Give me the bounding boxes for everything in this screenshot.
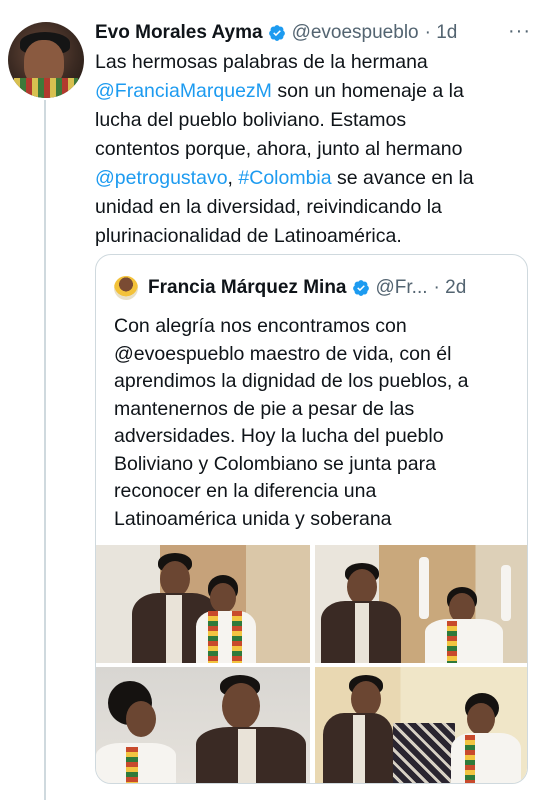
- more-horizontal-icon[interactable]: ···: [508, 20, 531, 43]
- tweet-text-line: Las hermosas palabras de la hermana: [95, 48, 527, 77]
- quoted-author-handle: @Fr...: [375, 277, 428, 298]
- tweet-text-segment: son un homenaje a la: [271, 80, 464, 102]
- tweet-text: Las hermosas palabras de la hermana @Fran…: [95, 48, 527, 251]
- mention-link[interactable]: @petrogustavo: [95, 167, 228, 189]
- tweet-text-line: contentos porque, ahora, junto al herman…: [95, 135, 527, 164]
- author-name[interactable]: Evo Morales Ayma: [95, 22, 263, 44]
- tweet-text-line: plurinacionalidad de Latinoamérica.: [95, 222, 527, 251]
- photo-4[interactable]: [315, 667, 527, 783]
- photo-1[interactable]: [96, 545, 310, 663]
- quoted-tweet-text: Con alegría nos encontramos con @evoespue…: [114, 313, 519, 533]
- quoted-tweet-text-line: reconocer en la diferencia una: [114, 480, 377, 502]
- tweet-text-line: @FranciaMarquezM son un homenaje a la: [95, 77, 527, 106]
- tweet-text-line: lucha del pueblo boliviano. Estamos: [95, 106, 527, 135]
- quoted-tweet-text-line: adversidades. Hoy la lucha del pueblo: [114, 425, 444, 447]
- tweet-text-segment: lucha del pueblo boliviano. Estamos: [95, 109, 407, 131]
- tweet-time[interactable]: · 1d: [425, 22, 458, 44]
- quoted-tweet-text-line: Latinoamérica unida y soberana: [114, 507, 392, 530]
- tweet-text-segment: Las hermosas palabras de la hermana: [95, 51, 428, 73]
- hashtag-link[interactable]: #Colombia: [238, 167, 331, 189]
- verified-badge-icon: [352, 280, 369, 296]
- tweet-text-segment: contentos porque, ahora, junto al herman…: [95, 138, 463, 160]
- quoted-tweet-text-line: Con alegría nos encontramos con: [114, 315, 407, 337]
- tweet-actions: [95, 790, 535, 800]
- tweet-text-line: @petrogustavo, #Colombia se avance en la: [95, 164, 527, 193]
- quoted-tweet-time: · 2d: [433, 277, 467, 298]
- tweet-text-segment: ,: [227, 167, 239, 189]
- tweet-text-segment: se avance en la: [331, 167, 474, 189]
- quoted-tweet-text-line: mantenernos de pie a pesar de las: [114, 397, 415, 420]
- photo-2[interactable]: [315, 545, 527, 663]
- thread-line: [44, 100, 46, 800]
- tweet-text-line: unidad en la diversidad, reivindicando l…: [95, 193, 527, 222]
- quoted-tweet-text-line: aprendimos la dignidad de los pueblos, a: [114, 370, 469, 392]
- photo-3[interactable]: [96, 667, 310, 783]
- quoted-tweet-text-line: Boliviano y Colombiano se junta para: [114, 452, 436, 475]
- mention-link[interactable]: @FranciaMarquezM: [95, 80, 272, 102]
- quoted-author-avatar: [114, 276, 138, 300]
- tweet-text-segment: plurinacionalidad de Latinoamérica.: [95, 225, 402, 247]
- quoted-author-name: Francia Márquez Mina: [148, 277, 347, 298]
- quoted-tweet-text-line: @evoespueblo maestro de vida, con él: [114, 342, 452, 365]
- tweet-header: Evo Morales Ayma @evoespueblo · 1d ···: [95, 20, 535, 46]
- author-handle[interactable]: @evoespueblo: [292, 22, 419, 44]
- verified-badge-icon: [268, 25, 285, 41]
- quoted-tweet-header: Francia Márquez Mina @Fr... · 2d: [114, 275, 514, 301]
- author-avatar[interactable]: [8, 22, 84, 98]
- tweet-text-segment: unidad en la diversidad, reivindicando l…: [95, 196, 442, 218]
- quoted-tweet[interactable]: Francia Márquez Mina @Fr... · 2d Con ale…: [95, 254, 528, 784]
- photo-gallery: [96, 545, 527, 783]
